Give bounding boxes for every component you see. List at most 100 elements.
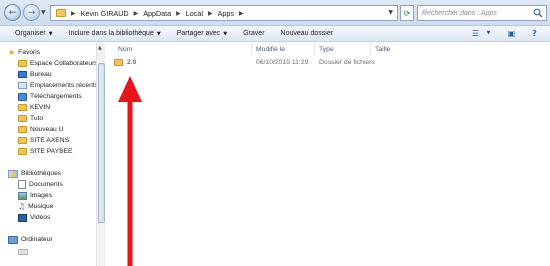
navigation-scrollbar[interactable]: ▲ (96, 43, 105, 266)
navigation-pane: ★ Favoris Espace Collaborateurs Bureau E… (0, 43, 105, 266)
nav-item-site-paybee[interactable]: SITE PAYBEE (18, 146, 73, 157)
nav-label: Images (30, 192, 52, 199)
help-icon[interactable]: ? (529, 28, 540, 38)
nav-item-emplacements-recents[interactable]: Emplacements récents (18, 80, 98, 91)
nav-libraries[interactable]: Bibliothèques (8, 168, 61, 179)
folder-icon (18, 137, 27, 144)
chevron-right-icon[interactable]: ▶ (176, 10, 181, 17)
breadcrumb-item-apps[interactable]: Apps (218, 9, 234, 18)
search-placeholder: Rechercher dans : Apps (422, 9, 497, 17)
back-button[interactable]: ← (4, 4, 21, 21)
new-folder-button[interactable]: Nouveau dossier (273, 26, 342, 41)
change-view-icon[interactable]: ☰ (470, 28, 481, 38)
view-controls: ☰ ▼ ▣ ? (470, 28, 540, 38)
chevron-right-icon[interactable]: ▶ (134, 10, 139, 17)
scroll-up-icon[interactable]: ▲ (98, 45, 102, 51)
libraries-icon (8, 169, 18, 178)
nav-label: Bureau (30, 71, 52, 78)
arrow-head (118, 76, 142, 102)
search-input[interactable]: Rechercher dans : Apps (417, 5, 547, 21)
nav-item-kevin[interactable]: KEVIN (18, 102, 50, 113)
nav-label: Téléchargements (30, 93, 82, 100)
chevron-down-icon: ▼ (223, 30, 228, 37)
nav-label: Ordinateur (21, 236, 53, 243)
column-header-modified[interactable]: Modifié le (252, 43, 315, 55)
file-type: Dossier de fichiers (319, 58, 375, 66)
breadcrumb-item-appdata[interactable]: AppData (143, 9, 171, 18)
nav-label: Musique (28, 203, 54, 210)
nav-label: Tuto (30, 115, 44, 122)
burn-button[interactable]: Graver (235, 26, 272, 41)
breadcrumb-item-user[interactable]: Kevin GIRAUD (81, 9, 129, 18)
organize-button[interactable]: Organiser ▼ (0, 26, 61, 41)
nav-label: SITE AXENS (30, 137, 70, 144)
recent-places-icon (18, 82, 27, 89)
nav-item-drive[interactable] (18, 246, 28, 257)
new-folder-label: Nouveau dossier (280, 30, 334, 37)
nav-label: KEVIN (30, 104, 51, 111)
explorer-window: ← → ▼ ▶ Kevin GIRAUD ▶ AppData ▶ Local ▶… (0, 0, 550, 266)
desktop-icon (18, 71, 27, 78)
command-bar: Organiser ▼ Inclure dans la bibliothèque… (0, 26, 550, 42)
nav-label: Documents (29, 181, 63, 188)
chevron-right-icon[interactable]: ▶ (71, 10, 76, 17)
chevron-down-icon: ▼ (48, 30, 53, 37)
column-header-name[interactable]: Nom (114, 43, 252, 55)
path-box[interactable]: ▶ Kevin GIRAUD ▶ AppData ▶ Local ▶ Apps … (50, 5, 398, 21)
nav-label: Bibliothèques (21, 170, 62, 177)
nav-label: Vidéos (30, 214, 51, 221)
recent-pages-dropdown-icon[interactable]: ▼ (41, 9, 46, 16)
folder-icon (18, 148, 27, 155)
documents-icon (18, 180, 26, 189)
chevron-right-icon[interactable]: ▶ (208, 10, 213, 17)
breadcrumb: ▶ Kevin GIRAUD ▶ AppData ▶ Local ▶ Apps … (66, 6, 249, 20)
videos-icon (18, 213, 27, 222)
folder-icon (18, 60, 27, 67)
nav-label: Espace Collaborateurs (30, 60, 98, 67)
nav-item-bureau[interactable]: Bureau (18, 69, 52, 80)
nav-item-documents[interactable]: Documents (18, 179, 63, 190)
path-history-dropdown-icon[interactable]: ▼ (388, 9, 393, 16)
folder-icon (114, 58, 123, 66)
organize-label: Organiser (15, 30, 46, 37)
folder-icon (56, 9, 66, 17)
column-headers: Nom Modifié le Type Taille (106, 43, 550, 55)
nav-item-nouveau-u[interactable]: Nouveau U (18, 124, 63, 135)
nav-item-tuto[interactable]: Tuto (18, 113, 43, 124)
nav-item-images[interactable]: Images (18, 190, 52, 201)
table-row[interactable]: 2.0 (114, 56, 136, 68)
nav-computer[interactable]: Ordinateur (8, 234, 53, 245)
breadcrumb-item-local[interactable]: Local (186, 9, 203, 18)
chevron-down-icon: ▼ (156, 30, 161, 37)
pictures-icon (18, 191, 27, 200)
file-name[interactable]: 2.0 (127, 59, 136, 66)
preview-pane-icon[interactable]: ▣ (506, 28, 517, 38)
include-label: Inclure dans la bibliothèque (68, 30, 154, 37)
nav-favorites[interactable]: ★ Favoris (8, 47, 40, 58)
nav-label: Nouveau U (30, 126, 64, 133)
chevron-right-icon[interactable]: ▶ (239, 10, 244, 17)
file-modified: 06/10/2015 11:29 (256, 58, 309, 66)
refresh-button[interactable]: ⟳ (400, 5, 414, 21)
nav-item-musique[interactable]: ♫ Musique (18, 201, 53, 212)
nav-item-espace-collaborateurs[interactable]: Espace Collaborateurs (18, 58, 98, 69)
column-header-size[interactable]: Taille (371, 43, 431, 55)
annotation-arrow (118, 76, 142, 266)
nav-label: Emplacements récents (30, 82, 99, 89)
music-icon: ♫ (18, 201, 26, 211)
scrollbar-thumb[interactable] (98, 63, 105, 223)
folder-icon (18, 115, 27, 122)
column-header-type[interactable]: Type (315, 43, 371, 55)
include-in-library-button[interactable]: Inclure dans la bibliothèque ▼ (61, 26, 169, 41)
forward-button[interactable]: → (23, 4, 40, 21)
share-with-button[interactable]: Partager avec ▼ (169, 26, 235, 41)
folder-icon (18, 126, 27, 133)
nav-item-videos[interactable]: Vidéos (18, 212, 50, 223)
view-dropdown-icon[interactable]: ▼ (483, 28, 494, 38)
folder-icon (18, 104, 27, 111)
nav-item-telechargements[interactable]: Téléchargements (18, 91, 82, 102)
nav-item-site-axens[interactable]: SITE AXENS (18, 135, 69, 146)
search-icon[interactable] (533, 8, 543, 18)
nav-label: Favoris (18, 49, 41, 56)
share-label: Partager avec (176, 30, 221, 37)
